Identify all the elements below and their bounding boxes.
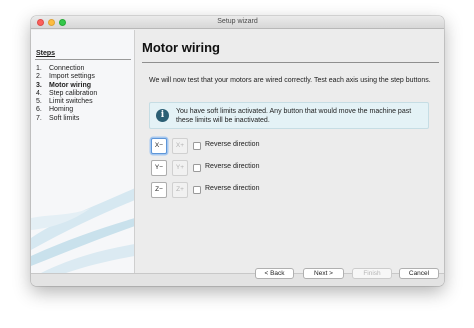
- window-title: Setup wizard: [217, 18, 258, 25]
- soft-limits-info-box: i You have soft limits activated. Any bu…: [149, 102, 429, 129]
- step-item-motor-wiring: 3. Motor wiring: [36, 82, 97, 90]
- title-bar[interactable]: Setup wizard: [31, 16, 444, 29]
- step-label: Homing: [49, 106, 74, 114]
- step-number: 7.: [36, 114, 42, 122]
- y-minus-button[interactable]: Y−: [151, 160, 167, 176]
- step-number: 5.: [36, 98, 42, 106]
- step-number: 4.: [36, 89, 42, 97]
- steps-heading: Steps: [36, 50, 56, 57]
- intro-text: We will now test that your motors are wi…: [149, 77, 431, 84]
- sidebar-swoosh-graphic: [31, 188, 134, 273]
- step-item-limit-switches: 5. Limit switches: [36, 98, 97, 106]
- page-title: Motor wiring: [142, 40, 220, 55]
- step-label: Import settings: [49, 73, 95, 81]
- step-label: Motor wiring: [49, 81, 91, 89]
- x-minus-button[interactable]: X−: [151, 138, 167, 154]
- step-label: Step calibration: [49, 89, 98, 97]
- x-reverse-label[interactable]: Reverse direction: [205, 141, 259, 148]
- x-reverse-checkbox[interactable]: [193, 142, 201, 150]
- axis-row-y: Y− Y+ Reverse direction: [151, 160, 411, 176]
- step-label: Connection: [49, 65, 85, 72]
- step-item-connection: 1. Connection: [36, 65, 97, 73]
- y-reverse-label[interactable]: Reverse direction: [205, 163, 259, 170]
- axis-row-x: X− X+ Reverse direction: [151, 138, 411, 154]
- step-number: 1.: [36, 65, 42, 72]
- step-item-soft-limits: 7. Soft limits: [36, 115, 97, 123]
- step-item-homing: 6. Homing: [36, 106, 97, 114]
- cancel-button[interactable]: Cancel: [399, 268, 439, 279]
- finish-button[interactable]: Finish: [352, 268, 392, 279]
- axis-row-z: Z− Z+ Reverse direction: [151, 182, 411, 198]
- step-list: 1. Connection 2. Import settings 3. Motor w…: [36, 65, 97, 123]
- steps-divider: [35, 59, 131, 60]
- step-label: Soft limits: [49, 114, 80, 122]
- y-reverse-checkbox[interactable]: [193, 164, 201, 172]
- z-plus-button[interactable]: Z+: [172, 182, 188, 198]
- z-reverse-checkbox[interactable]: [193, 186, 201, 194]
- back-button[interactable]: < Back: [255, 268, 294, 279]
- next-button[interactable]: Next >: [303, 268, 344, 279]
- z-minus-button[interactable]: Z−: [151, 182, 167, 198]
- step-item-import-settings: 2. Import settings: [36, 73, 97, 81]
- step-number: 2.: [36, 73, 42, 81]
- info-text: You have soft limits activated. Any butt…: [176, 108, 412, 124]
- step-item-step-calibration: 4. Step calibration: [36, 90, 97, 98]
- title-divider: [142, 62, 439, 63]
- y-plus-button[interactable]: Y+: [172, 160, 188, 176]
- step-number: 3.: [36, 81, 42, 89]
- step-label: Limit switches: [49, 98, 93, 106]
- x-plus-button[interactable]: X+: [172, 138, 188, 154]
- steps-sidebar: Steps 1. Connection 2. Import settings 3. M…: [31, 30, 135, 273]
- z-reverse-label[interactable]: Reverse direction: [205, 185, 259, 192]
- step-number: 6.: [36, 106, 42, 114]
- info-icon: i: [156, 109, 169, 122]
